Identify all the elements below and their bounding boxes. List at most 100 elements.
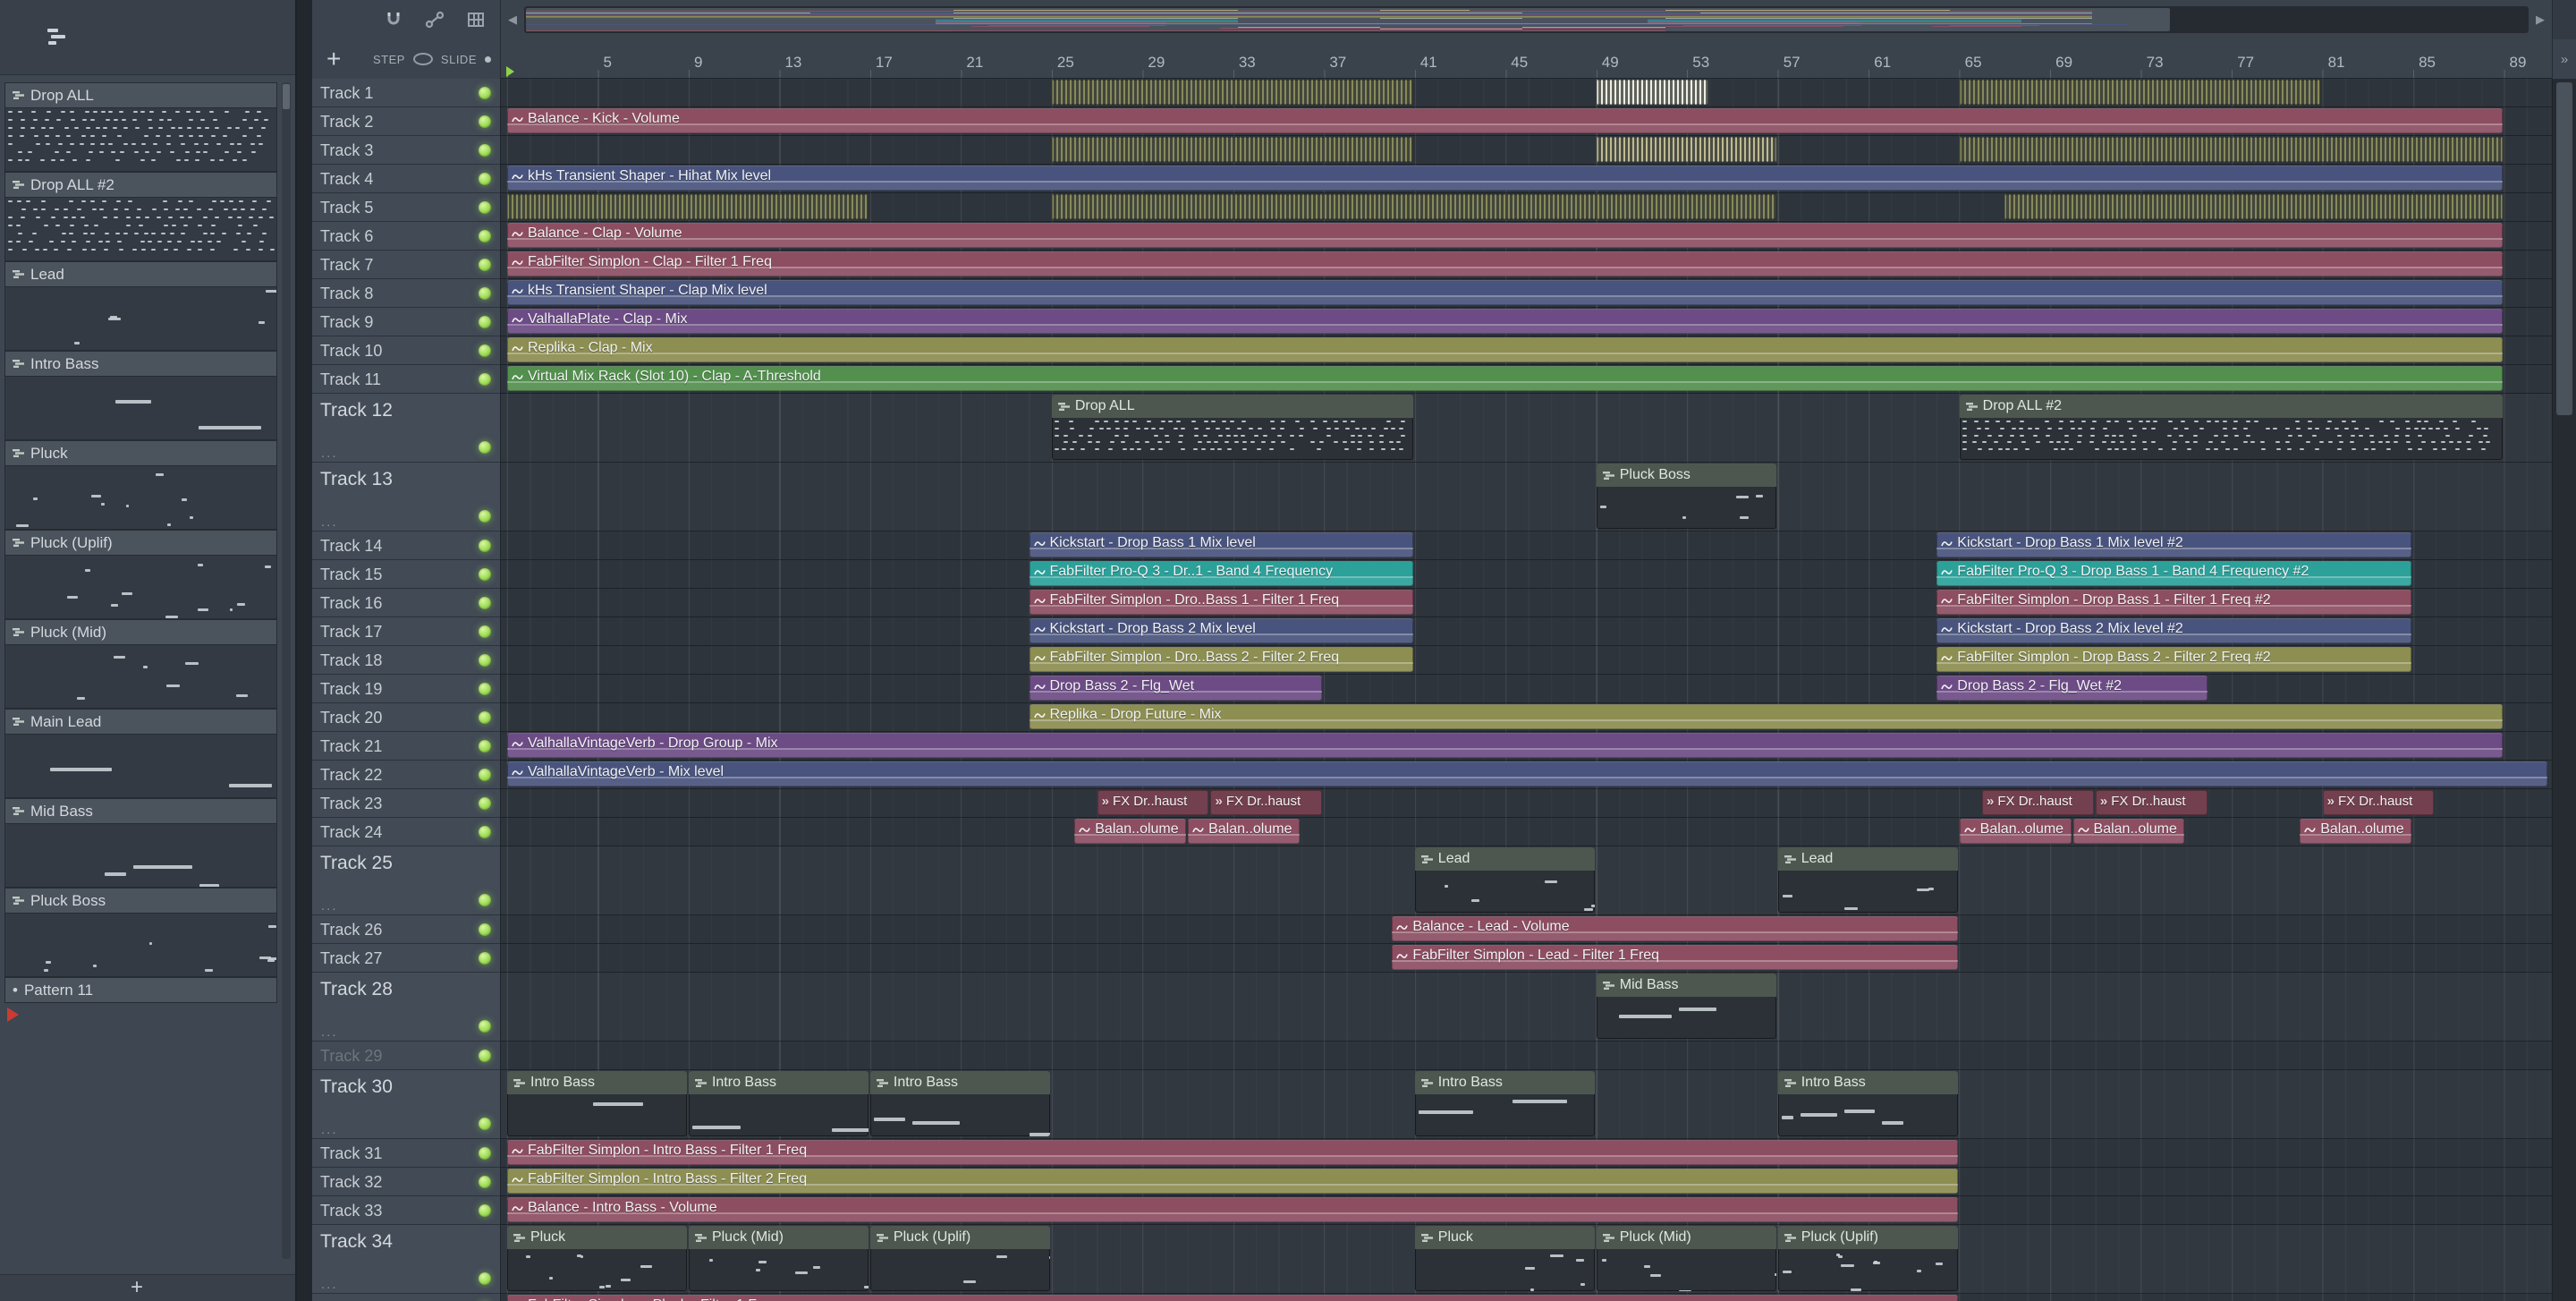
track-enable-led[interactable]: [479, 115, 491, 128]
track-enable-led[interactable]: [479, 373, 491, 386]
playlist-lane-28[interactable]: Mid Bass: [501, 973, 2552, 1042]
track-enable-led[interactable]: [479, 173, 491, 185]
pattern-clip[interactable]: Pluck (Mid): [689, 1226, 869, 1291]
playlist-lane-5[interactable]: [501, 193, 2552, 222]
automation-clip[interactable]: Drop Bass 2 - Flg_Wet: [1030, 676, 1323, 701]
view-grid-icon[interactable]: [466, 10, 486, 30]
playlist-lane-34[interactable]: PluckPluck (Mid)Pluck (Uplif)PluckPluck …: [501, 1225, 2552, 1294]
slide-tool-icon[interactable]: [425, 10, 445, 30]
pattern-clip[interactable]: Intro Bass: [1415, 1071, 1595, 1136]
track-header-12[interactable]: Track 12...: [312, 394, 501, 463]
automation-clip[interactable]: Kickstart - Drop Bass 2 Mix level #2: [1936, 618, 2411, 643]
track-header-32[interactable]: Track 32: [312, 1168, 501, 1196]
track-header-33[interactable]: Track 33: [312, 1196, 501, 1225]
track-enable-led[interactable]: [479, 597, 491, 609]
pattern-item[interactable]: Main Lead: [4, 709, 277, 798]
playlist-lane-22[interactable]: ValhallaVintageVerb - Mix level: [501, 761, 2552, 789]
audio-clip[interactable]: [507, 194, 869, 219]
automation-clip[interactable]: FabFilter Pro-Q 3 - Drop Bass 1 - Band 4…: [1936, 561, 2411, 586]
track-header-34[interactable]: Track 34...: [312, 1225, 501, 1294]
track-header-18[interactable]: Track 18: [312, 646, 501, 675]
track-enable-led[interactable]: [479, 287, 491, 300]
track-header-22[interactable]: Track 22: [312, 761, 501, 789]
horizontal-scrollbar[interactable]: ◀ ▶: [501, 0, 2552, 39]
playlist-lane-25[interactable]: LeadLead: [501, 846, 2552, 915]
playlist-lane-35[interactable]: FabFilter Simplon - Pluck - Filter 1 Fre…: [501, 1294, 2552, 1301]
automation-clip[interactable]: Replika - Drop Future - Mix: [1030, 704, 2503, 729]
add-button[interactable]: +: [326, 47, 341, 72]
playlist-lane-31[interactable]: FabFilter Simplon - Intro Bass - Filter …: [501, 1139, 2552, 1168]
track-header-1[interactable]: Track 1: [312, 79, 501, 107]
fx-clip[interactable]: »FX Dr..haust: [1210, 790, 1322, 815]
playlist-menu-button[interactable]: »: [2552, 39, 2576, 79]
track-enable-led[interactable]: [479, 654, 491, 667]
track-enable-led[interactable]: [479, 1272, 491, 1285]
automation-clip[interactable]: ValhallaVintageVerb - Drop Group - Mix: [507, 733, 2503, 758]
pattern-item-header[interactable]: Pluck (Uplif): [4, 530, 277, 556]
automation-clip[interactable]: Kickstart - Drop Bass 1 Mix level #2: [1936, 532, 2411, 557]
track-header-9[interactable]: Track 9: [312, 308, 501, 336]
track-header-25[interactable]: Track 25...: [312, 846, 501, 915]
automation-clip[interactable]: FabFilter Simplon - Lead - Filter 1 Freq: [1392, 945, 1957, 970]
track-header-15[interactable]: Track 15: [312, 560, 501, 589]
playlist-lane-24[interactable]: Balan..olumeBalan..olumeBalan..olumeBala…: [501, 818, 2552, 846]
track-header-2[interactable]: Track 2: [312, 107, 501, 136]
track-enable-led[interactable]: [479, 510, 491, 523]
track-header-28[interactable]: Track 28...: [312, 973, 501, 1042]
playlist-lane-20[interactable]: Replika - Drop Future - Mix: [501, 703, 2552, 732]
fx-clip[interactable]: »FX Dr..haust: [2323, 790, 2435, 815]
vscrollbar-thumb[interactable]: [2556, 82, 2572, 415]
playlist-lane-2[interactable]: Balance - Kick - Volume: [501, 107, 2552, 136]
automation-clip[interactable]: Kickstart - Drop Bass 1 Mix level: [1030, 532, 1413, 557]
pattern-item-header[interactable]: Drop ALL #2: [4, 172, 277, 198]
timeline-ruler[interactable]: 5913172125293337414549535761656973778185…: [501, 39, 2552, 79]
track-enable-led[interactable]: [479, 230, 491, 242]
pattern-item-header[interactable]: Pluck: [4, 440, 277, 466]
track-enable-led[interactable]: [479, 568, 491, 581]
track-enable-led[interactable]: [479, 1204, 491, 1217]
track-header-11[interactable]: Track 11: [312, 365, 501, 394]
pattern-item[interactable]: Pluck (Uplif): [4, 530, 277, 619]
track-enable-led[interactable]: [479, 769, 491, 781]
pattern-item[interactable]: Pluck (Mid): [4, 619, 277, 709]
scroll-right-icon[interactable]: ▶: [2529, 0, 2552, 39]
track-enable-led[interactable]: [479, 1176, 491, 1188]
track-header-13[interactable]: Track 13...: [312, 463, 501, 531]
automation-clip[interactable]: Virtual Mix Rack (Slot 10) - Clap - A-Th…: [507, 366, 2503, 391]
automation-clip[interactable]: FabFilter Simplon - Intro Bass - Filter …: [507, 1140, 1958, 1165]
automation-clip[interactable]: FabFilter Simplon - Drop Bass 1 - Filter…: [1936, 590, 2411, 615]
automation-clip[interactable]: Balan..olume: [2300, 819, 2411, 844]
automation-clip[interactable]: kHs Transient Shaper - Clap Mix level: [507, 280, 2503, 305]
pattern-clip[interactable]: Pluck (Mid): [1597, 1226, 1776, 1291]
track-header-21[interactable]: Track 21: [312, 732, 501, 761]
audio-clip[interactable]: [1052, 137, 1413, 162]
pattern-clip[interactable]: Drop ALL: [1052, 395, 1413, 460]
track-header-4[interactable]: Track 4: [312, 165, 501, 193]
track-header-16[interactable]: Track 16: [312, 589, 501, 617]
automation-clip[interactable]: Drop Bass 2 - Flg_Wet #2: [1936, 676, 2207, 701]
playlist-lane-33[interactable]: Balance - Intro Bass - Volume: [501, 1196, 2552, 1225]
track-enable-led[interactable]: [479, 923, 491, 936]
playlist-lane-13[interactable]: Pluck Boss: [501, 463, 2552, 531]
audio-clip[interactable]: [1960, 137, 2503, 162]
track-header-17[interactable]: Track 17: [312, 617, 501, 646]
automation-clip[interactable]: kHs Transient Shaper - Hihat Mix level: [507, 166, 2503, 191]
hscrollbar-thumb-minimap[interactable]: [526, 8, 2170, 31]
track-header-29[interactable]: Track 29: [312, 1042, 501, 1070]
playlist-lane-6[interactable]: Balance - Clap - Volume: [501, 222, 2552, 251]
track-header-23[interactable]: Track 23: [312, 789, 501, 818]
add-pattern-button[interactable]: +: [131, 1275, 143, 1300]
track-enable-led[interactable]: [479, 144, 491, 157]
pattern-item[interactable]: Intro Bass: [4, 351, 277, 440]
track-enable-led[interactable]: [479, 441, 491, 454]
pattern-clip[interactable]: Pluck: [507, 1226, 687, 1291]
track-enable-led[interactable]: [479, 1050, 491, 1062]
playlist-lane-30[interactable]: Intro BassIntro BassIntro BassIntro Bass…: [501, 1070, 2552, 1139]
fx-clip[interactable]: »FX Dr..haust: [1097, 790, 1209, 815]
pattern-picker-icon[interactable]: [45, 25, 68, 48]
automation-clip[interactable]: Balance - Clap - Volume: [507, 223, 2503, 248]
snap-magnet-icon[interactable]: [384, 10, 403, 30]
track-header-27[interactable]: Track 27: [312, 944, 501, 973]
automation-clip[interactable]: Balan..olume: [1188, 819, 1300, 844]
track-header-7[interactable]: Track 7: [312, 251, 501, 279]
